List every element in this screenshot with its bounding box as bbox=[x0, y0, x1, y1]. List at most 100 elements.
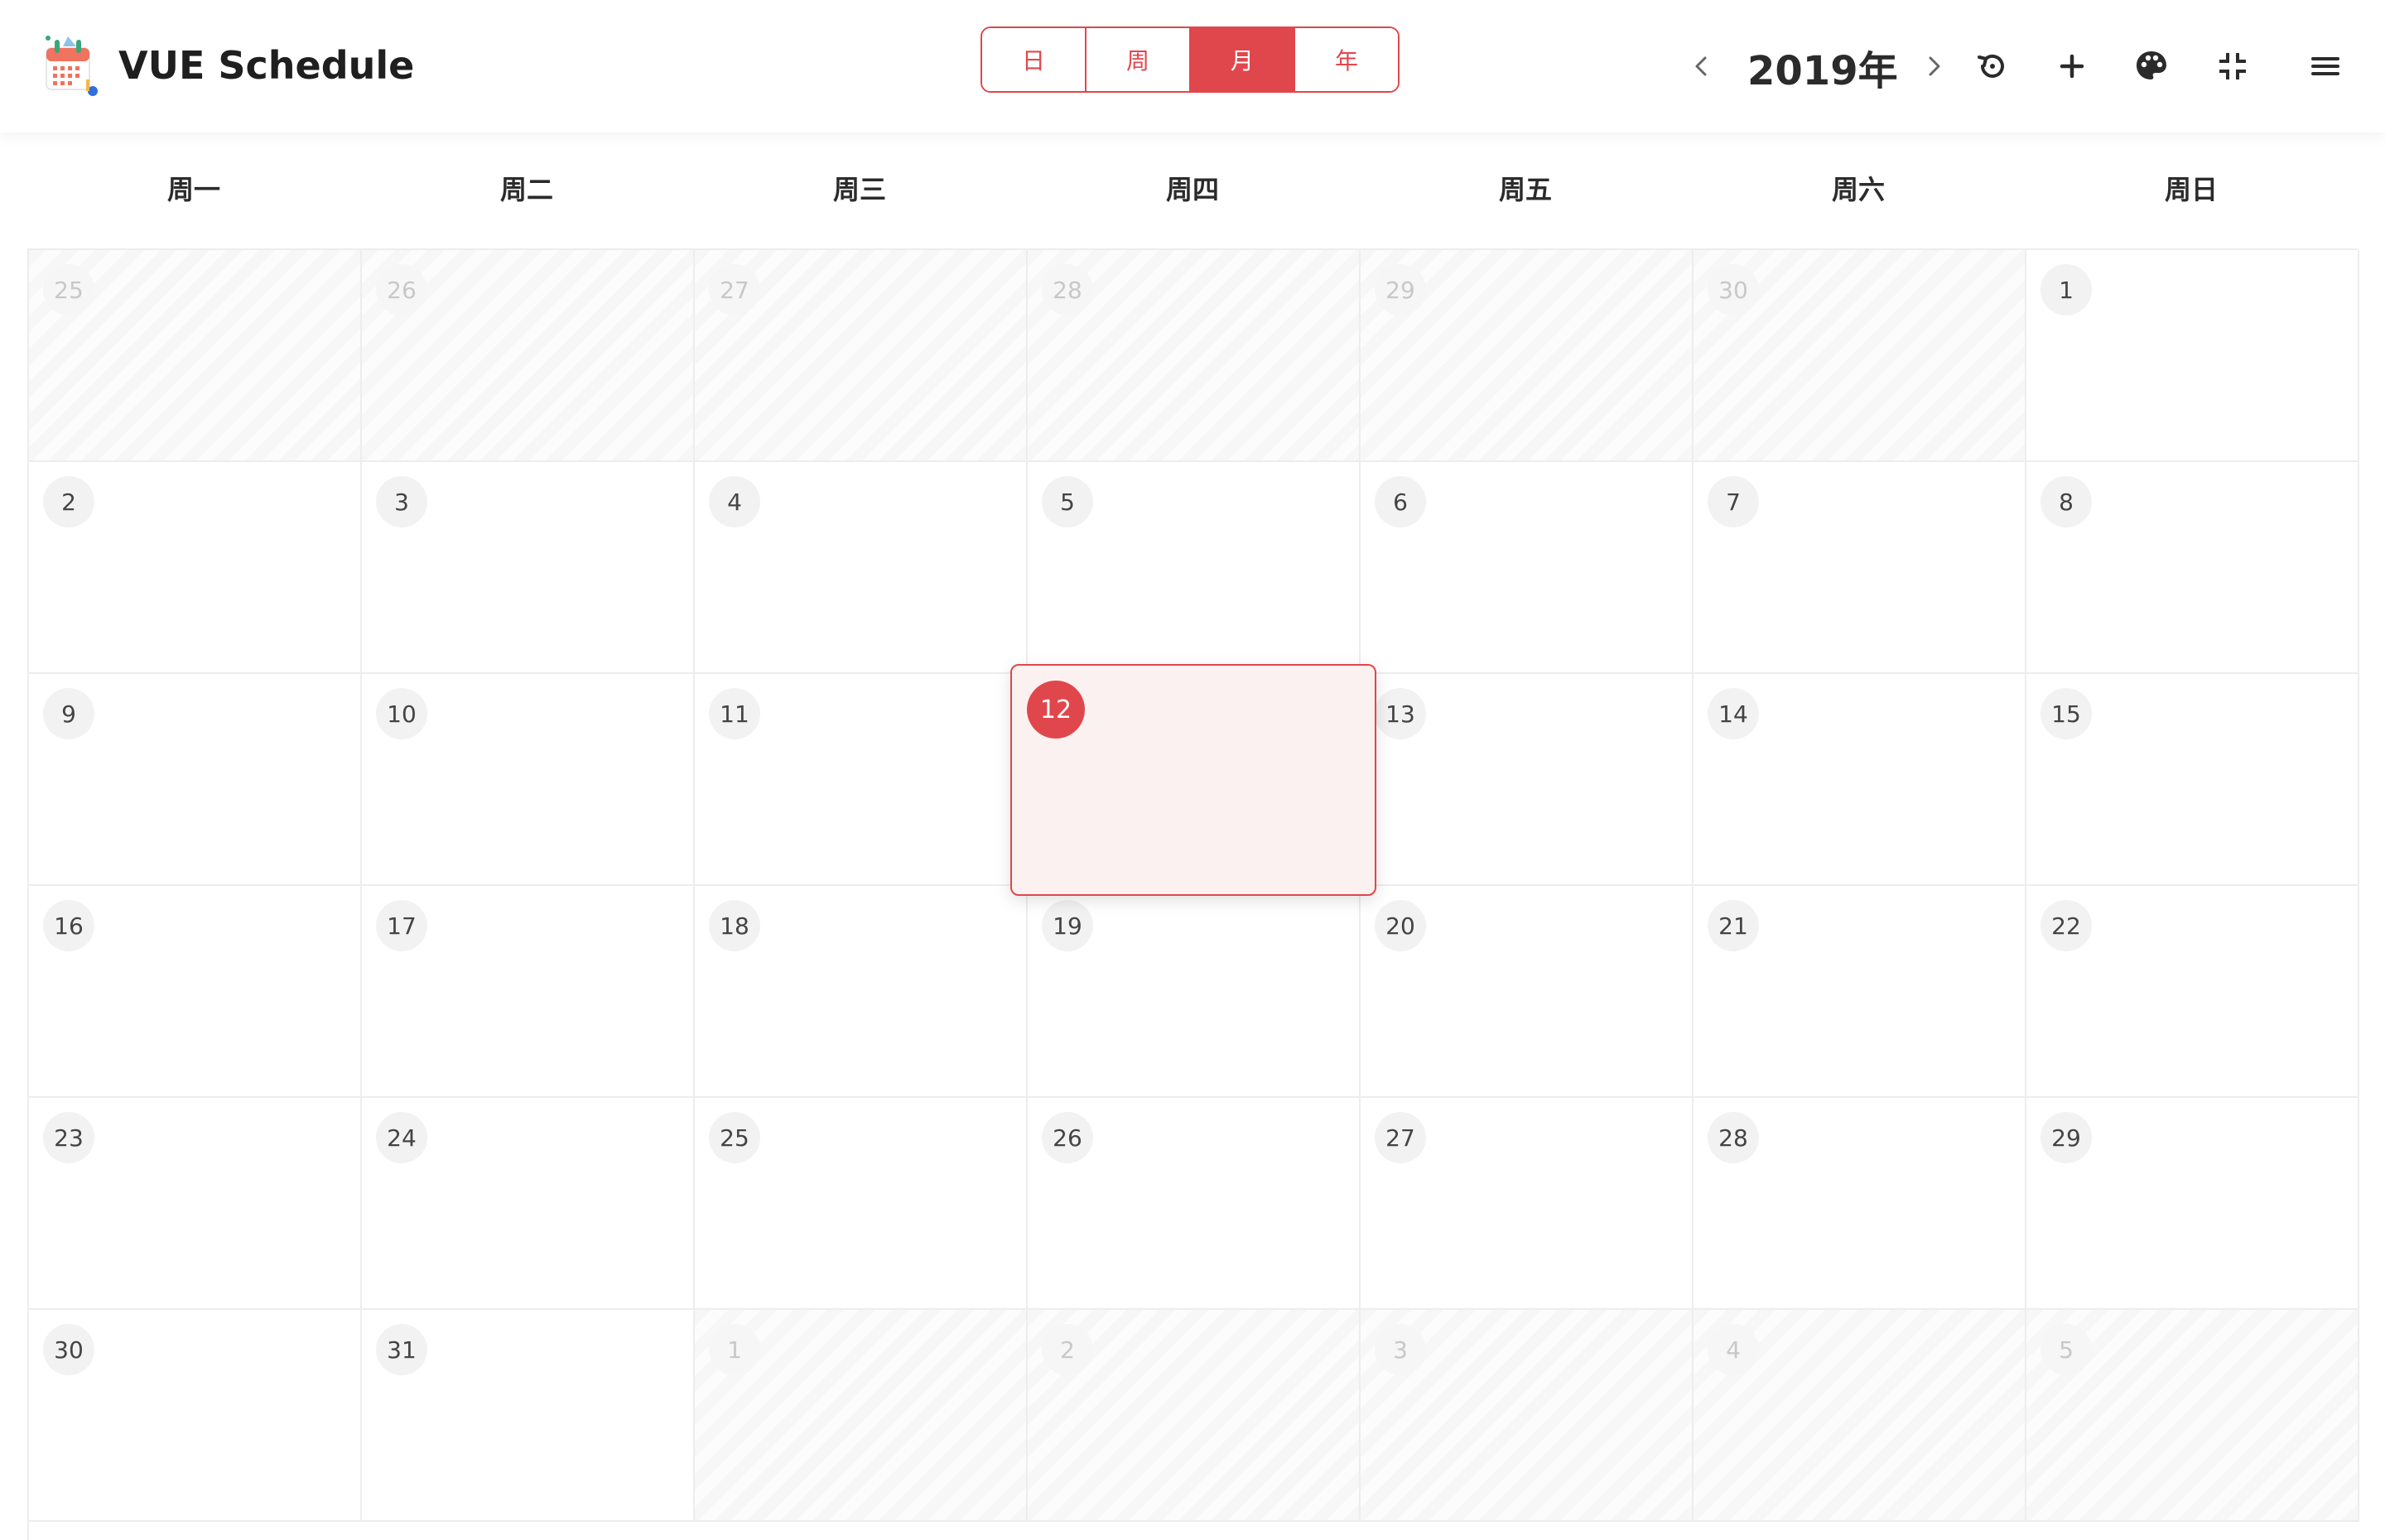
view-week-button[interactable]: 周 bbox=[1086, 28, 1191, 91]
weekday-header: 周一 周二 周三 周四 周五 周六 周日 bbox=[27, 162, 2358, 217]
palette-icon[interactable] bbox=[2132, 46, 2171, 86]
selected-day-number: 12 bbox=[1027, 681, 1085, 739]
day-cell[interactable]: 8 bbox=[2026, 462, 2359, 674]
day-cell[interactable]: 9 bbox=[29, 674, 362, 886]
day-number: 8 bbox=[2040, 476, 2092, 527]
day-cell[interactable]: 29 bbox=[1361, 250, 1694, 462]
day-number: 28 bbox=[1042, 264, 1093, 315]
day-number: 23 bbox=[43, 1112, 94, 1163]
day-cell[interactable]: 13 bbox=[1361, 674, 1694, 886]
day-number: 4 bbox=[709, 476, 760, 527]
day-cell[interactable]: 26 bbox=[362, 250, 695, 462]
weekday-label: 周四 bbox=[1165, 174, 1219, 205]
day-number: 3 bbox=[376, 476, 427, 527]
day-cell[interactable]: 25 bbox=[29, 250, 362, 462]
day-cell[interactable]: 29 bbox=[2026, 1098, 2359, 1310]
weekday-label: 周三 bbox=[832, 174, 886, 205]
day-cell[interactable]: 3 bbox=[362, 462, 695, 674]
weekday-label: 周二 bbox=[499, 174, 553, 205]
view-switch: 日 周 月 年 bbox=[980, 26, 1400, 93]
day-cell[interactable]: 15 bbox=[2026, 674, 2359, 886]
app-title: VUE Schedule bbox=[118, 43, 415, 88]
day-number: 31 bbox=[376, 1324, 427, 1375]
day-number: 28 bbox=[1708, 1112, 1759, 1163]
day-cell[interactable]: 16 bbox=[29, 886, 362, 1098]
day-number: 2 bbox=[1042, 1324, 1093, 1375]
day-number: 13 bbox=[1375, 688, 1426, 739]
day-number: 25 bbox=[43, 264, 94, 315]
compress-icon[interactable] bbox=[2213, 46, 2252, 86]
day-cell[interactable]: 2 bbox=[29, 462, 362, 674]
hamburger-menu-icon[interactable] bbox=[2306, 46, 2345, 86]
day-number: 19 bbox=[1042, 900, 1093, 951]
day-number: 10 bbox=[376, 688, 427, 739]
view-year-button[interactable]: 年 bbox=[1295, 28, 1398, 91]
day-number: 29 bbox=[2040, 1112, 2092, 1163]
day-number: 29 bbox=[1375, 264, 1426, 315]
calendar-logo-icon bbox=[40, 31, 111, 103]
day-number: 5 bbox=[2040, 1324, 2092, 1375]
day-number: 30 bbox=[1708, 264, 1759, 315]
view-month-button[interactable]: 月 bbox=[1191, 28, 1295, 91]
app-header: VUE Schedule 日 周 月 年 2019年 bbox=[0, 0, 2385, 132]
day-number: 1 bbox=[709, 1324, 760, 1375]
day-number: 30 bbox=[43, 1324, 94, 1375]
day-number: 21 bbox=[1708, 900, 1759, 951]
day-number: 1 bbox=[2040, 264, 2092, 315]
day-number: 17 bbox=[376, 900, 427, 951]
day-number: 5 bbox=[1042, 476, 1093, 527]
day-cell[interactable]: 28 bbox=[1694, 1098, 2026, 1310]
day-number: 14 bbox=[1708, 688, 1759, 739]
day-number: 26 bbox=[376, 264, 427, 315]
day-cell[interactable]: 4 bbox=[695, 462, 1028, 674]
day-number: 22 bbox=[2040, 900, 2092, 951]
day-cell[interactable]: 27 bbox=[695, 250, 1028, 462]
day-number: 27 bbox=[709, 264, 760, 315]
day-cell[interactable]: 7 bbox=[1694, 462, 2026, 674]
day-number: 4 bbox=[1708, 1324, 1759, 1375]
day-cell[interactable]: 22 bbox=[2026, 886, 2359, 1098]
day-number: 15 bbox=[2040, 688, 2092, 739]
day-cell[interactable]: 25 bbox=[695, 1098, 1028, 1310]
day-number: 2 bbox=[43, 476, 94, 527]
day-cell[interactable]: 19 bbox=[1028, 886, 1361, 1098]
day-cell[interactable]: 27 bbox=[1361, 1098, 1694, 1310]
day-number: 16 bbox=[43, 900, 94, 951]
current-year: 2019年 bbox=[1747, 48, 1898, 94]
weekday-label: 周五 bbox=[1498, 174, 1552, 205]
weekday-label: 周六 bbox=[1831, 174, 1885, 205]
day-cell[interactable]: 5 bbox=[1028, 462, 1361, 674]
day-number: 24 bbox=[376, 1112, 427, 1163]
day-cell[interactable]: 10 bbox=[362, 674, 695, 886]
day-number: 6 bbox=[1375, 476, 1426, 527]
day-number: 27 bbox=[1375, 1112, 1426, 1163]
chevron-left-icon[interactable] bbox=[1684, 43, 1718, 89]
weekday-label: 周一 bbox=[166, 174, 220, 205]
day-cell[interactable]: 23 bbox=[29, 1098, 362, 1310]
day-cell[interactable]: 18 bbox=[695, 886, 1028, 1098]
day-number: 9 bbox=[43, 688, 94, 739]
history-icon[interactable] bbox=[1973, 46, 2012, 86]
day-cell[interactable]: 26 bbox=[1028, 1098, 1361, 1310]
day-cell[interactable]: 30 bbox=[1694, 250, 2026, 462]
day-cell[interactable]: 20 bbox=[1361, 886, 1694, 1098]
day-number: 25 bbox=[709, 1112, 760, 1163]
day-cell[interactable]: 1 bbox=[2026, 250, 2359, 462]
day-number: 26 bbox=[1042, 1112, 1093, 1163]
chevron-right-icon[interactable] bbox=[1918, 43, 1951, 89]
selected-day-cell[interactable]: 12 bbox=[1010, 664, 1376, 896]
view-day-button[interactable]: 日 bbox=[982, 28, 1086, 91]
day-number: 20 bbox=[1375, 900, 1426, 951]
day-cell[interactable]: 24 bbox=[362, 1098, 695, 1310]
day-cell[interactable]: 11 bbox=[695, 674, 1028, 886]
weekday-label: 周日 bbox=[2164, 174, 2218, 205]
day-cell[interactable]: 28 bbox=[1028, 250, 1361, 462]
day-number: 3 bbox=[1375, 1324, 1426, 1375]
day-number: 11 bbox=[709, 688, 760, 739]
day-cell[interactable]: 6 bbox=[1361, 462, 1694, 674]
day-number: 7 bbox=[1708, 476, 1759, 527]
day-cell[interactable]: 14 bbox=[1694, 674, 2026, 886]
plus-icon[interactable] bbox=[2052, 46, 2092, 86]
day-cell[interactable]: 21 bbox=[1694, 886, 2026, 1098]
day-cell[interactable]: 17 bbox=[362, 886, 695, 1098]
